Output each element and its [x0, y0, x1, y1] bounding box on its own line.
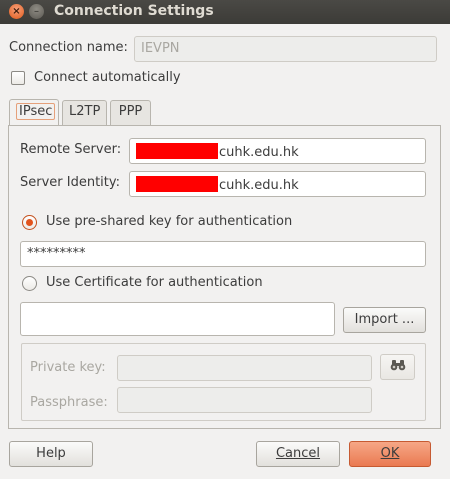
certificate-file-field[interactable] [20, 302, 335, 336]
remote-server-field[interactable]: cuhk.edu.hk [129, 138, 426, 164]
tab-ppp-label: PPP [118, 104, 143, 119]
tab-l2tp-label: L2TP [69, 104, 101, 119]
psk-field[interactable]: ********* [20, 241, 426, 267]
cancel-button[interactable]: Cancel [256, 441, 340, 467]
connect-automatically-checkbox[interactable] [11, 71, 25, 85]
close-window-icon[interactable]: × [9, 4, 24, 19]
remote-server-label: Remote Server: [20, 142, 122, 157]
private-key-field [117, 355, 372, 381]
binoculars-icon [390, 360, 405, 371]
ok-button[interactable]: OK [349, 441, 431, 467]
certificate-radio[interactable] [22, 276, 37, 291]
connect-automatically-label[interactable]: Connect automatically [34, 70, 181, 85]
browse-key-button [380, 354, 415, 380]
connection-name-field: IEVPN [134, 36, 437, 62]
redaction-box [136, 176, 218, 192]
tab-ppp[interactable]: PPP [110, 100, 151, 125]
redaction-box [136, 143, 218, 159]
remote-server-value: cuhk.edu.hk [219, 145, 299, 160]
window-titlebar: × – Connection Settings [0, 0, 450, 24]
window-title: Connection Settings [54, 3, 214, 19]
psk-radio[interactable] [22, 215, 37, 230]
tab-l2tp[interactable]: L2TP [62, 100, 107, 125]
minimize-window-icon[interactable]: – [29, 4, 44, 19]
server-identity-field[interactable]: cuhk.edu.hk [129, 171, 426, 197]
connection-name-label: Connection name: [9, 40, 128, 55]
server-identity-label: Server Identity: [20, 175, 121, 190]
cancel-button-label: Cancel [275, 446, 321, 461]
tab-ipsec-label: IPsec [16, 103, 56, 120]
server-identity-value: cuhk.edu.hk [219, 178, 299, 193]
tab-ipsec[interactable]: IPsec [9, 99, 59, 126]
ok-button-label: OK [380, 446, 400, 461]
import-button[interactable]: Import ... [343, 307, 426, 333]
private-key-label: Private key: [30, 360, 106, 375]
help-button[interactable]: Help [9, 441, 93, 467]
certificate-option-label[interactable]: Use Certificate for authentication [46, 275, 263, 290]
passphrase-label: Passphrase: [30, 395, 108, 410]
psk-option-label[interactable]: Use pre-shared key for authentication [46, 214, 292, 229]
passphrase-field [117, 387, 372, 413]
